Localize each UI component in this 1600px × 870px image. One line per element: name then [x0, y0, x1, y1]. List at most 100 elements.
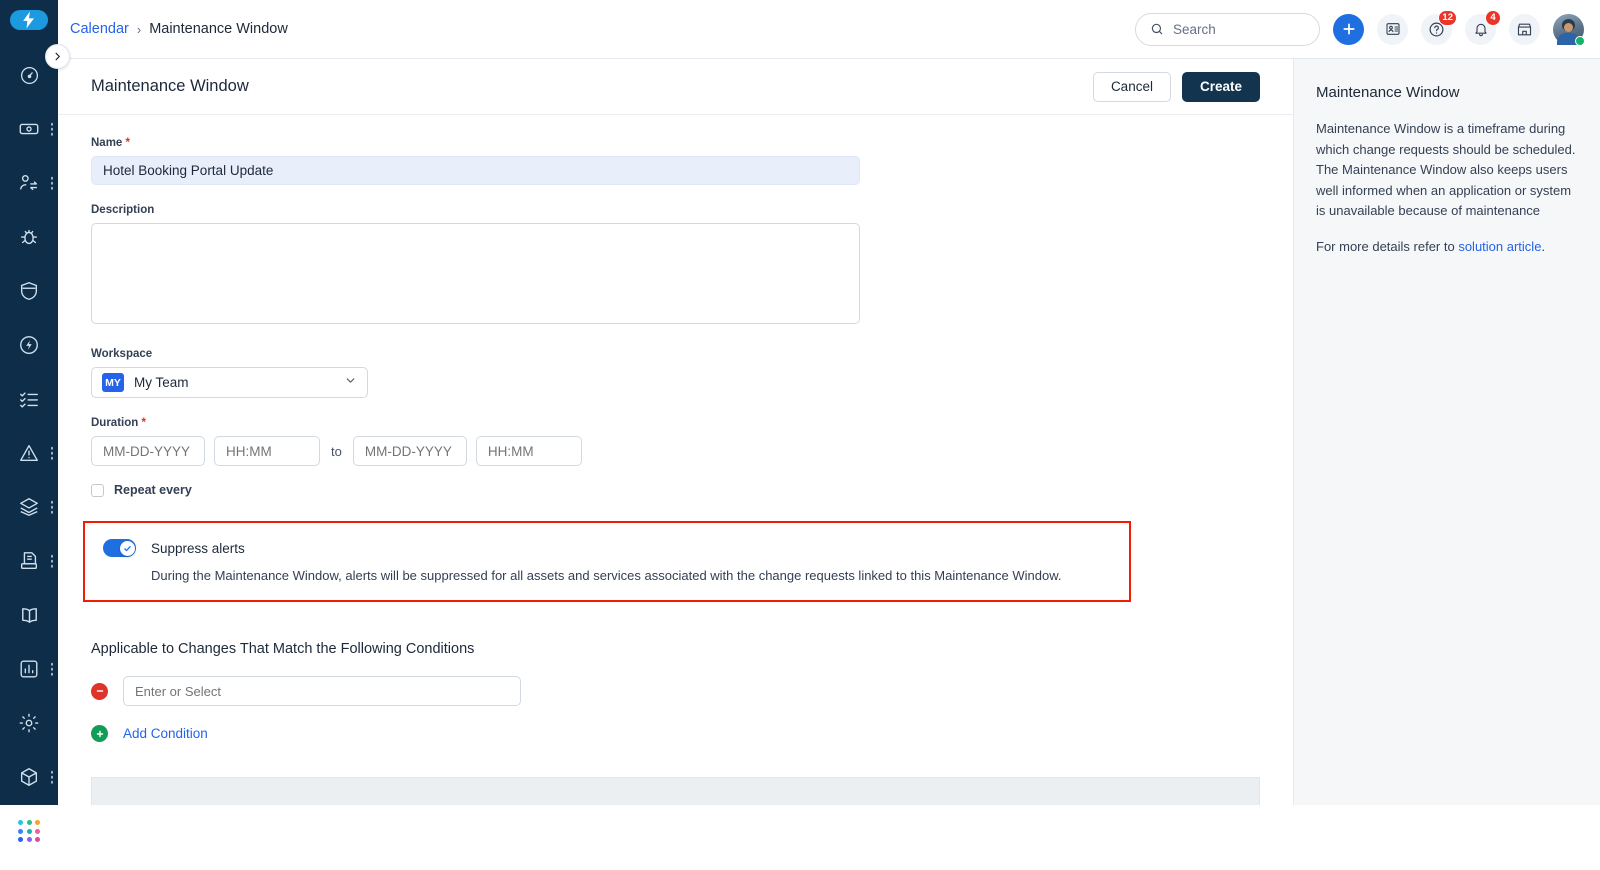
duration-start-time-input[interactable] — [214, 436, 320, 466]
header-actions: Cancel Create — [1092, 71, 1260, 102]
sidebar-item-assets[interactable] — [0, 480, 58, 534]
marketplace-button[interactable] — [1509, 13, 1540, 45]
workspace-field-group: Workspace MY My Team — [91, 348, 1260, 398]
sidebar-item-menu[interactable] — [50, 122, 53, 136]
condition-input[interactable] — [123, 676, 521, 706]
condition-row — [91, 676, 1260, 706]
checklist-icon — [20, 392, 38, 408]
notifications-badge: 4 — [1485, 9, 1501, 26]
help-panel-footer-prefix: For more details refer to — [1316, 238, 1459, 254]
sidebar-nav — [0, 48, 58, 870]
duration-inputs: to — [91, 436, 1260, 466]
suppress-alerts-highlight-wrapper: Suppress alerts During the Maintenance W… — [83, 521, 1260, 611]
create-button[interactable]: Create — [1181, 71, 1260, 102]
avatar[interactable] — [1553, 13, 1585, 46]
name-input[interactable] — [91, 156, 860, 185]
avatar-face — [1564, 22, 1573, 32]
sidebar-item-alerts[interactable] — [0, 426, 58, 480]
top-bar: Calendar › Maintenance Window Search 12 — [58, 0, 1600, 59]
duration-label: Duration * — [91, 417, 1260, 429]
help-panel-footer-suffix: . — [1541, 238, 1546, 254]
duration-label-text: Duration — [91, 417, 139, 429]
sidebar-item-menu[interactable] — [50, 770, 53, 784]
app-logo[interactable] — [10, 10, 48, 30]
help-panel-paragraph: Maintenance Window is a timeframe during… — [1316, 121, 1576, 219]
check-icon — [123, 545, 131, 551]
sidebar-item-changes[interactable] — [0, 156, 58, 210]
description-field-group: Description — [91, 204, 1260, 329]
alert-triangle-icon — [20, 444, 38, 462]
help-badge: 12 — [1438, 9, 1457, 26]
help-panel: Maintenance Window Maintenance Window is… — [1293, 59, 1600, 805]
chevron-right-icon — [55, 52, 60, 61]
page-header: Maintenance Window Cancel Create — [58, 59, 1293, 115]
sidebar-item-menu[interactable] — [50, 662, 53, 676]
minus-circle-icon[interactable] — [91, 682, 108, 700]
add-condition-link[interactable]: Add Condition — [123, 726, 208, 741]
workspace-label: Workspace — [91, 348, 153, 360]
cancel-button[interactable]: Cancel — [1092, 71, 1171, 102]
description-textarea[interactable] — [91, 223, 860, 324]
archive-doc-icon — [20, 552, 38, 570]
sidebar-item-admin[interactable] — [0, 696, 58, 750]
chevron-down-icon — [344, 374, 357, 392]
shield-icon — [20, 282, 38, 300]
solution-article-link[interactable]: solution article — [1458, 239, 1541, 254]
contacts-button[interactable] — [1377, 13, 1408, 45]
sidebar-item-products[interactable] — [0, 750, 58, 804]
duration-start-date-input[interactable] — [91, 436, 205, 466]
breadcrumb-calendar[interactable]: Calendar — [70, 21, 129, 37]
sidebar-item-tickets[interactable] — [0, 102, 58, 156]
ticket-icon — [19, 123, 39, 135]
search-input[interactable]: Search — [1135, 12, 1320, 46]
sidebar-item-analytics[interactable] — [0, 642, 58, 696]
breadcrumb: Calendar › Maintenance Window — [70, 21, 288, 37]
sidebar-item-problems[interactable] — [0, 210, 58, 264]
workspace-badge: MY — [102, 373, 124, 392]
gear-icon — [19, 713, 39, 733]
duration-field-group: Duration * to Repeat every — [91, 417, 1260, 497]
sidebar-item-app-switcher[interactable] — [0, 804, 58, 858]
add-condition-row[interactable]: Add Condition — [91, 725, 1260, 742]
duration-end-date-input[interactable] — [352, 436, 467, 466]
cube-icon — [20, 768, 38, 786]
sidebar-item-releases[interactable] — [0, 534, 58, 588]
name-label: Name * — [91, 137, 1260, 149]
flash-circle-icon — [20, 336, 38, 354]
breadcrumb-separator: › — [136, 21, 142, 37]
create-new-button[interactable] — [1333, 13, 1364, 45]
breadcrumb-current: Maintenance Window — [149, 21, 288, 37]
name-label-text: Name — [91, 137, 123, 149]
sidebar-item-menu[interactable] — [50, 176, 53, 190]
sidebar-item-knowledge[interactable] — [0, 588, 58, 642]
sidebar-expand-button[interactable] — [45, 44, 70, 69]
bottom-panel-strip — [91, 777, 1260, 805]
avatar-online-indicator — [1575, 35, 1585, 46]
duration-end-time-input[interactable] — [475, 436, 582, 466]
help-panel-title: Maintenance Window — [1316, 84, 1460, 101]
help-button[interactable]: 12 — [1421, 9, 1457, 45]
repeat-row[interactable]: Repeat every — [91, 483, 1260, 497]
sidebar-item-automation[interactable] — [0, 318, 58, 372]
sidebar-item-tasks[interactable] — [0, 372, 58, 426]
app-grid-icon — [18, 820, 40, 842]
left-sidebar — [0, 0, 58, 842]
plus-circle-icon[interactable] — [91, 725, 108, 742]
required-asterisk: * — [138, 417, 146, 429]
sidebar-item-menu[interactable] — [50, 554, 53, 568]
suppress-alerts-toggle[interactable] — [103, 539, 136, 557]
sidebar-item-security[interactable] — [0, 264, 58, 318]
contact-card-icon — [1385, 23, 1400, 35]
name-field-group: Name * — [91, 137, 1260, 185]
workspace-value: My Team — [134, 375, 189, 390]
notifications-button[interactable]: 4 — [1465, 9, 1501, 45]
layers-icon — [20, 498, 38, 516]
workspace-select[interactable]: MY My Team — [91, 367, 368, 398]
suppress-alerts-section: Suppress alerts During the Maintenance W… — [83, 521, 1131, 602]
repeat-checkbox[interactable] — [91, 483, 104, 497]
suppress-alerts-row: Suppress alerts — [103, 539, 1115, 557]
maintenance-window-form: Name * Description Workspace MY My Team … — [58, 115, 1293, 742]
main-content: Maintenance Window Cancel Create Name * … — [58, 59, 1293, 805]
sidebar-item-menu[interactable] — [50, 446, 53, 460]
sidebar-item-menu[interactable] — [50, 500, 53, 514]
